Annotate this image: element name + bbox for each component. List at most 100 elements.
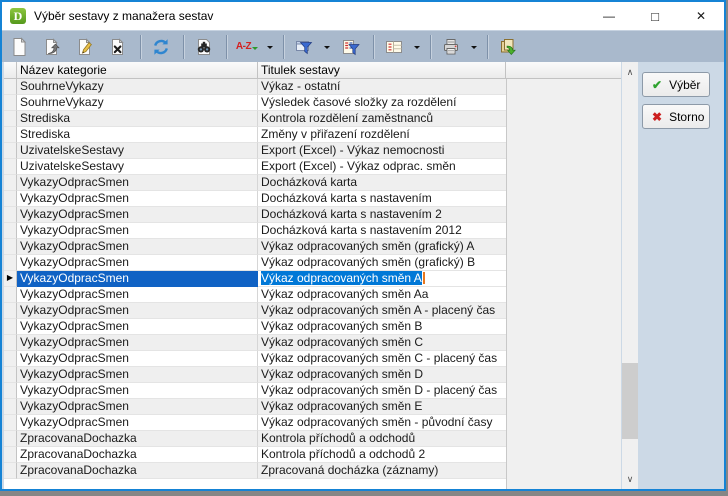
table-row[interactable]: UzivatelskeSestavy Export (Excel) - Výka… [4,159,506,175]
table-row[interactable]: Strediska Kontrola rozdělení zaměstnanců [4,111,506,127]
cell-category[interactable]: VykazyOdpracSmen [17,399,258,415]
find-button[interactable] [191,34,217,60]
cell-category[interactable]: VykazyOdpracSmen [17,175,258,191]
cell-category[interactable]: VykazyOdpracSmen [17,223,258,239]
export-button[interactable] [495,34,521,60]
header-category[interactable]: Název kategorie [17,62,258,78]
print-button[interactable] [438,34,464,60]
filter-button[interactable] [291,34,317,60]
table-row[interactable]: Strediska Změny v přiřazení rozdělení [4,127,506,143]
table-row[interactable]: ZpracovanaDochazka Zpracovaná docházka (… [4,463,506,479]
table-row[interactable]: VykazyOdpracSmen Výkaz odpracovaných smě… [4,399,506,415]
cell-category[interactable]: SouhrneVykazy [17,95,258,111]
cell-category[interactable]: SouhrneVykazy [17,79,258,95]
sort-az-button[interactable]: A-Z [234,34,260,60]
cell-category[interactable]: VykazyOdpracSmen [17,303,258,319]
cell-category[interactable]: VykazyOdpracSmen [17,319,258,335]
cell-title[interactable]: Docházková karta s nastavením [258,191,506,207]
table-row[interactable]: VykazyOdpracSmen Výkaz odpracovaných smě… [4,239,506,255]
cell-category[interactable]: VykazyOdpracSmen [17,207,258,223]
cell-title[interactable]: Výsledek časové složky za rozdělení [258,95,506,111]
cell-category[interactable]: VykazyOdpracSmen [17,255,258,271]
cell-title[interactable]: Výkaz odpracovaných směn E [258,399,506,415]
scroll-down-arrow[interactable]: ∨ [622,471,638,487]
cell-category[interactable]: Strediska [17,127,258,143]
cell-title[interactable]: Výkaz odpracovaných směn (grafický) A [258,239,506,255]
close-button[interactable]: ✕ [678,2,724,30]
cell-category[interactable]: UzivatelskeSestavy [17,143,258,159]
table-row[interactable]: VykazyOdpracSmen Výkaz odpracovaných smě… [4,415,506,431]
vertical-scrollbar[interactable]: ∧ ∨ [622,62,638,489]
cell-category[interactable]: VykazyOdpracSmen [17,335,258,351]
cell-title[interactable]: Změny v přiřazení rozdělení [258,127,506,143]
cell-category[interactable]: VykazyOdpracSmen [17,191,258,207]
cell-title[interactable]: Výkaz - ostatní [258,79,506,95]
table-row[interactable]: VykazyOdpracSmen Výkaz odpracovaných smě… [4,367,506,383]
table-row[interactable]: VykazyOdpracSmen Docházková karta s nast… [4,223,506,239]
sort-dropdown-arrow[interactable] [264,34,276,60]
copy-report-button[interactable] [39,34,65,60]
table-row[interactable]: VykazyOdpracSmen Výkaz odpracovaných smě… [4,351,506,367]
cell-category[interactable]: VykazyOdpracSmen [17,351,258,367]
cell-category[interactable]: UzivatelskeSestavy [17,159,258,175]
table-row[interactable]: VykazyOdpracSmen Docházková karta s nast… [4,191,506,207]
cell-title[interactable]: Výkaz odpracovaných směn Aa [258,287,506,303]
scrollbar-thumb[interactable] [622,363,638,439]
cell-title[interactable]: Výkaz odpracovaných směn A [258,271,506,287]
table-row[interactable]: SouhrneVykazy Výkaz - ostatní [4,79,506,95]
cell-category[interactable]: VykazyOdpracSmen [17,287,258,303]
refresh-button[interactable] [148,34,174,60]
cell-category[interactable]: VykazyOdpracSmen [17,383,258,399]
cell-title[interactable]: Docházková karta s nastavením 2012 [258,223,506,239]
cell-title[interactable]: Export (Excel) - Výkaz odprac. směn [258,159,506,175]
table-row[interactable]: UzivatelskeSestavy Export (Excel) - Výka… [4,143,506,159]
table-row[interactable]: VykazyOdpracSmen Výkaz odpracovaných smě… [4,255,506,271]
header-title[interactable]: Titulek sestavy [258,62,506,78]
select-button[interactable]: ✔ Výběr [642,72,710,97]
columns-button[interactable] [381,34,407,60]
cell-title[interactable]: Výkaz odpracovaných směn C [258,335,506,351]
cell-category[interactable]: ZpracovanaDochazka [17,431,258,447]
table-row[interactable]: VykazyOdpracSmen Výkaz odpracovaných smě… [4,319,506,335]
cell-title[interactable]: Výkaz odpracovaných směn C - placený čas [258,351,506,367]
cell-category[interactable]: VykazyOdpracSmen [17,415,258,431]
cell-title[interactable]: Kontrola rozdělení zaměstnanců [258,111,506,127]
cell-title[interactable]: Výkaz odpracovaných směn B [258,319,506,335]
table-row[interactable]: ▶ VykazyOdpracSmen Výkaz odpracovaných s… [4,271,506,287]
cell-title[interactable]: Výkaz odpracovaných směn (grafický) B [258,255,506,271]
cell-title[interactable]: Zpracovaná docházka (záznamy) [258,463,506,479]
minimize-button[interactable]: — [586,2,632,30]
cell-title[interactable]: Export (Excel) - Výkaz nemocnosti [258,143,506,159]
delete-report-button[interactable] [105,34,131,60]
table-row[interactable]: SouhrneVykazy Výsledek časové složky za … [4,95,506,111]
table-row[interactable]: VykazyOdpracSmen Výkaz odpracovaných smě… [4,335,506,351]
table-row[interactable]: VykazyOdpracSmen Výkaz odpracovaných smě… [4,383,506,399]
filter-editor-button[interactable] [338,34,364,60]
cell-category[interactable]: Strediska [17,111,258,127]
cell-category[interactable]: ZpracovanaDochazka [17,463,258,479]
cell-title[interactable]: Výkaz odpracovaných směn - původní časy [258,415,506,431]
table-row[interactable]: ZpracovanaDochazka Kontrola příchodů a o… [4,447,506,463]
maximize-button[interactable]: □ [632,2,678,30]
cell-category[interactable]: ZpracovanaDochazka [17,447,258,463]
filter-dropdown-arrow[interactable] [321,34,333,60]
table-row[interactable]: ZpracovanaDochazka Kontrola příchodů a o… [4,431,506,447]
table-row[interactable]: VykazyOdpracSmen Výkaz odpracovaných smě… [4,303,506,319]
cell-title[interactable]: Výkaz odpracovaných směn D [258,367,506,383]
cell-title[interactable]: Docházková karta s nastavením 2 [258,207,506,223]
cell-title[interactable]: Kontrola příchodů a odchodů [258,431,506,447]
edit-report-button[interactable] [72,34,98,60]
cell-title[interactable]: Výkaz odpracovaných směn A - placený čas [258,303,506,319]
table-row[interactable]: VykazyOdpracSmen Docházková karta [4,175,506,191]
table-row[interactable]: VykazyOdpracSmen Výkaz odpracovaných smě… [4,287,506,303]
print-dropdown-arrow[interactable] [468,34,480,60]
cell-category[interactable]: VykazyOdpracSmen [17,239,258,255]
cell-title[interactable]: Docházková karta [258,175,506,191]
cell-title[interactable]: Výkaz odpracovaných směn D - placený čas [258,383,506,399]
cell-category[interactable]: VykazyOdpracSmen [17,367,258,383]
new-report-button[interactable] [6,34,32,60]
cancel-button[interactable]: ✖ Storno [642,104,710,129]
cell-title[interactable]: Kontrola příchodů a odchodů 2 [258,447,506,463]
table-row[interactable]: VykazyOdpracSmen Docházková karta s nast… [4,207,506,223]
cell-category[interactable]: VykazyOdpracSmen [17,271,258,287]
